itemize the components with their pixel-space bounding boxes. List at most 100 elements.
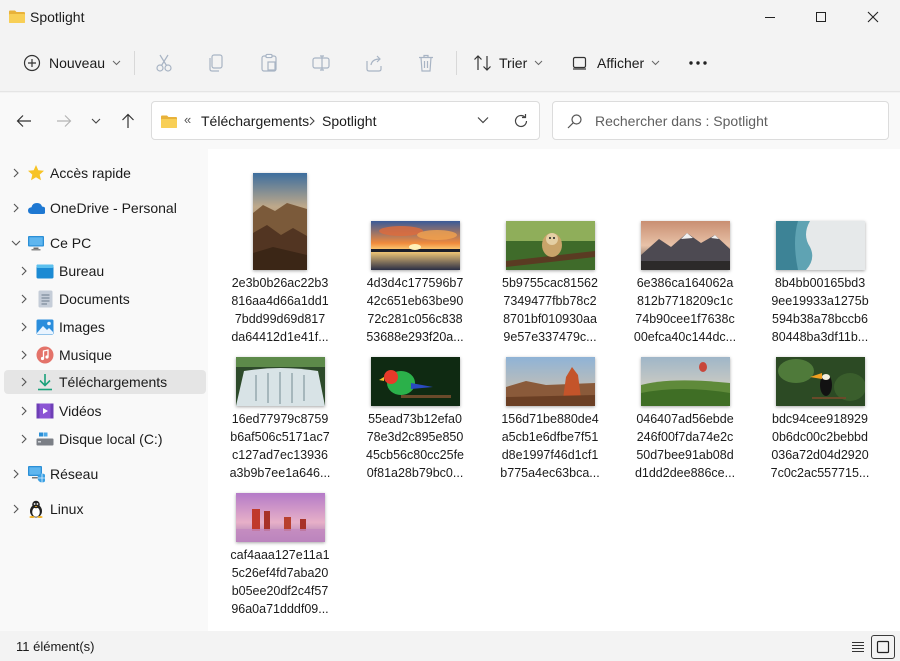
arrow-left-icon bbox=[16, 115, 31, 127]
separator bbox=[134, 51, 135, 75]
sidebar-item-label: Musique bbox=[59, 347, 112, 363]
details-view-button[interactable] bbox=[846, 635, 870, 659]
drive-icon bbox=[36, 430, 54, 448]
new-label: Nouveau bbox=[49, 55, 106, 71]
breadcrumb-overflow[interactable]: « bbox=[184, 112, 191, 127]
thumbnail-view-button[interactable] bbox=[871, 635, 895, 659]
paste-button[interactable] bbox=[259, 47, 279, 79]
sidebar-item-local-disk[interactable]: Disque local (C:) bbox=[4, 427, 206, 451]
view-label: Afficher bbox=[597, 55, 645, 71]
chevron-right-icon[interactable] bbox=[18, 405, 30, 417]
new-button[interactable]: Nouveau bbox=[23, 47, 121, 79]
file-item[interactable]: 55ead73b12efa0 78e3d2c895e850 45cb56c80cc2… bbox=[355, 296, 475, 480]
clipboard-icon bbox=[261, 53, 277, 72]
search-box[interactable] bbox=[552, 101, 889, 140]
search-input[interactable] bbox=[595, 111, 875, 131]
chevron-right-icon[interactable] bbox=[18, 265, 30, 277]
breadcrumb-spotlight[interactable]: Spotlight bbox=[322, 113, 376, 129]
sidebar-item-network[interactable]: Réseau bbox=[4, 462, 206, 486]
share-button[interactable] bbox=[364, 47, 384, 79]
chevron-right-icon[interactable] bbox=[10, 503, 22, 515]
delete-button[interactable] bbox=[416, 47, 436, 79]
sidebar-item-label: Ce PC bbox=[50, 235, 92, 251]
sidebar-item-onedrive[interactable]: OneDrive - Personal bbox=[4, 196, 206, 220]
file-item[interactable]: 046407ad56ebde 246f00f7da74e2c 50d7bee91ab… bbox=[625, 296, 745, 480]
close-icon bbox=[867, 11, 879, 23]
file-item[interactable]: caf4aaa127e11a1 5c26ef4fd7aba20 b05ee20df2… bbox=[220, 432, 340, 616]
chevron-down-icon bbox=[534, 60, 543, 66]
chevron-right-icon[interactable] bbox=[10, 468, 22, 480]
command-bar: Nouveau Trier Afficher bbox=[0, 34, 900, 92]
details-view-icon bbox=[852, 642, 864, 652]
file-name: 55ead73b12efa0 78e3d2c895e850 45cb56c80cc2… bbox=[366, 412, 464, 480]
thumbnail-mountains bbox=[640, 221, 730, 270]
sidebar-item-this-pc[interactable]: Ce PC bbox=[4, 231, 206, 255]
music-icon bbox=[36, 346, 54, 364]
file-name: bdc94cee918929 0b6dc00c2bebbd 036a72d04d29… bbox=[770, 412, 870, 480]
sort-button[interactable]: Trier bbox=[473, 47, 543, 79]
chevron-right-icon[interactable] bbox=[18, 321, 30, 333]
chevron-right-icon[interactable] bbox=[18, 376, 30, 388]
folder-icon bbox=[9, 10, 25, 23]
chevron-right-icon[interactable] bbox=[309, 116, 315, 126]
download-icon bbox=[36, 373, 54, 391]
refresh-icon[interactable] bbox=[513, 113, 529, 129]
minimize-icon bbox=[765, 17, 775, 18]
back-button[interactable] bbox=[10, 107, 38, 135]
item-count: 11 élément(s) bbox=[16, 639, 95, 654]
folder-icon bbox=[161, 115, 177, 128]
monitor-icon bbox=[27, 234, 45, 252]
address-bar[interactable]: « Téléchargements Spotlight bbox=[151, 101, 540, 140]
sidebar-item-quick-access[interactable]: Accès rapide bbox=[4, 161, 206, 185]
documents-icon bbox=[36, 290, 54, 308]
chevron-down-icon[interactable] bbox=[10, 237, 22, 249]
share-icon bbox=[366, 55, 382, 72]
search-icon bbox=[567, 114, 582, 129]
rename-button[interactable] bbox=[311, 47, 331, 79]
file-name: caf4aaa127e11a1 5c26ef4fd7aba20 b05ee20df2… bbox=[230, 548, 330, 616]
forward-button[interactable] bbox=[50, 107, 78, 135]
window-title: Spotlight bbox=[30, 9, 85, 25]
chevron-right-icon[interactable] bbox=[18, 293, 30, 305]
rename-icon bbox=[312, 55, 330, 71]
more-icon bbox=[689, 61, 707, 65]
thumbnail-parrot bbox=[370, 357, 460, 406]
sidebar-item-music[interactable]: Musique bbox=[4, 343, 206, 367]
sort-icon bbox=[474, 55, 491, 71]
thumbnail-monkey bbox=[505, 221, 595, 270]
chevron-right-icon[interactable] bbox=[18, 433, 30, 445]
sidebar-item-downloads[interactable]: Téléchargements bbox=[4, 370, 206, 394]
cut-button[interactable] bbox=[154, 47, 174, 79]
close-button[interactable] bbox=[850, 0, 896, 34]
chevron-right-icon[interactable] bbox=[10, 167, 22, 179]
sidebar-item-linux[interactable]: Linux bbox=[4, 497, 206, 521]
chevron-right-icon[interactable] bbox=[10, 202, 22, 214]
view-button[interactable]: Afficher bbox=[572, 47, 660, 79]
thumbnail-balloon-hills bbox=[640, 357, 730, 406]
sidebar-item-desktop[interactable]: Bureau bbox=[4, 259, 206, 283]
cloud-icon bbox=[27, 199, 45, 217]
up-button[interactable] bbox=[114, 107, 142, 135]
thumbnail-sunset bbox=[370, 221, 460, 270]
images-icon bbox=[36, 318, 54, 336]
breadcrumb-downloads[interactable]: Téléchargements bbox=[201, 113, 309, 129]
linux-icon bbox=[27, 500, 45, 518]
recent-locations-button[interactable] bbox=[82, 107, 110, 135]
star-icon bbox=[27, 164, 45, 182]
minimize-button[interactable] bbox=[747, 0, 793, 34]
sidebar-item-videos[interactable]: Vidéos bbox=[4, 399, 206, 423]
file-list: 2e3b0b26ac22b3 816aa4d66a1dd1 7bdd99d69d81… bbox=[208, 149, 900, 631]
more-options-button[interactable] bbox=[688, 47, 708, 79]
chevron-down-icon[interactable] bbox=[477, 116, 489, 124]
sidebar-item-images[interactable]: Images bbox=[4, 315, 206, 339]
copy-button[interactable] bbox=[206, 47, 226, 79]
file-item[interactable]: bdc94cee918929 0b6dc00c2bebbd 036a72d04d29… bbox=[760, 296, 880, 480]
sidebar-item-label: Bureau bbox=[59, 263, 105, 279]
maximize-button[interactable] bbox=[798, 0, 844, 34]
plus-circle-icon bbox=[23, 54, 41, 72]
sidebar-item-label: Téléchargements bbox=[59, 374, 168, 390]
file-item[interactable]: 156d71be880de4 a5cb1e6dfbe7f51 d8e1997f46d… bbox=[490, 296, 610, 480]
maximize-icon bbox=[816, 12, 826, 22]
chevron-right-icon[interactable] bbox=[18, 349, 30, 361]
sidebar-item-documents[interactable]: Documents bbox=[4, 287, 206, 311]
